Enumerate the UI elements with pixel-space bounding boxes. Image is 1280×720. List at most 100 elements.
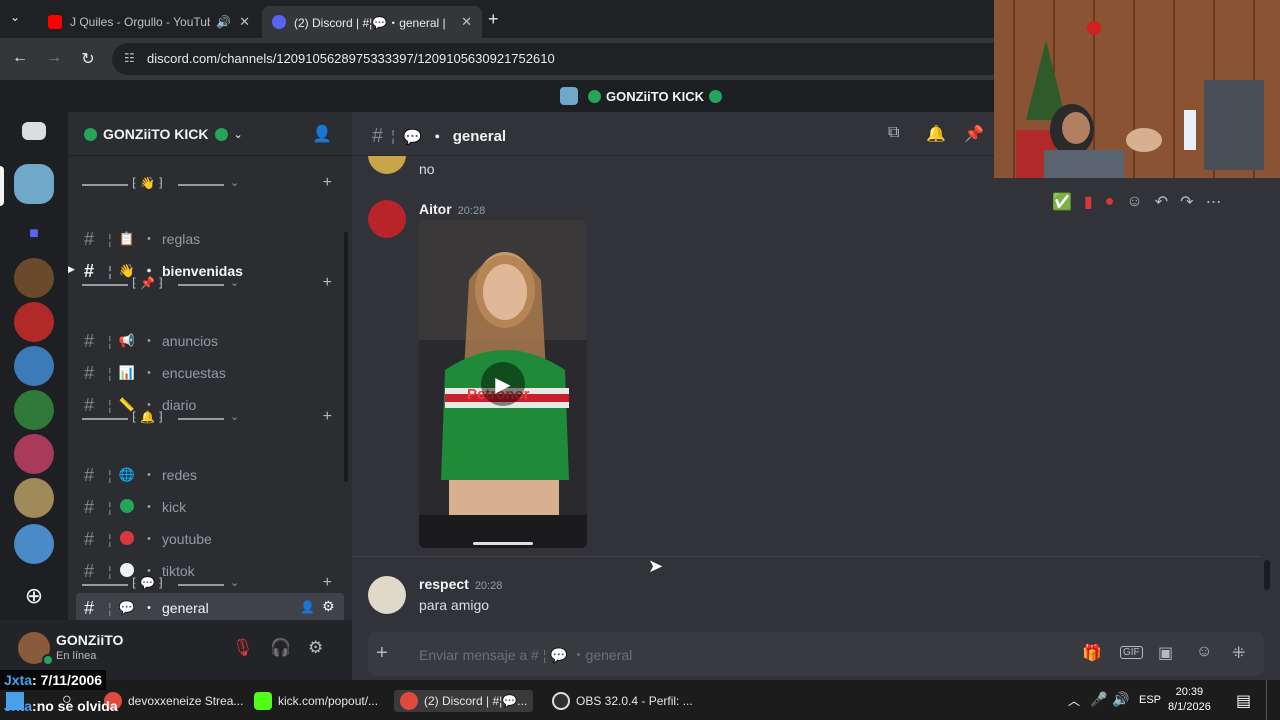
message-text: para amigo xyxy=(419,597,490,613)
chat-scrollbar[interactable] xyxy=(1264,560,1270,590)
avatar[interactable] xyxy=(368,576,406,614)
guild-header[interactable]: GONZiiTO KICK ⌄ 👤 xyxy=(68,112,352,156)
volume-icon[interactable]: 🔊 xyxy=(1112,691,1129,708)
category-header[interactable]: ⁅ 🔔 ⁆ ⌄ + xyxy=(82,408,338,428)
green-circle-icon xyxy=(84,127,97,141)
avatar[interactable] xyxy=(368,156,406,174)
add-channel-icon[interactable]: + xyxy=(323,274,332,292)
gear-icon[interactable]: ⚙ xyxy=(308,638,323,658)
message-author[interactable]: respect 20:28 xyxy=(419,576,502,592)
bell-icon[interactable]: 🔔 xyxy=(926,124,946,144)
server-item[interactable] xyxy=(14,524,54,564)
category-header[interactable]: ⁅ 📌 ⁆ ⌄ + xyxy=(82,274,338,294)
taskbar-item-kick[interactable]: kick.com/popout/... xyxy=(254,690,378,712)
forward-icon[interactable]: ↷ xyxy=(1180,192,1193,212)
server-item[interactable] xyxy=(14,434,54,474)
hash-icon: # xyxy=(372,125,384,147)
gif-icon[interactable]: GIF xyxy=(1120,646,1143,659)
channel-redes[interactable]: # ¦ 🌐 ・ redes xyxy=(76,460,344,490)
taskbar-item-chrome[interactable]: devoxxeneize Strea... xyxy=(104,690,243,712)
category-label: ⁅ 🔔 ⁆ xyxy=(132,410,163,424)
message-author[interactable]: Aitor 20:28 xyxy=(419,201,485,217)
channel-name: redes xyxy=(162,467,198,483)
channel-name: reglas xyxy=(162,231,201,247)
flag-emoji-icon[interactable]: ▮ xyxy=(1084,192,1093,212)
forward-icon[interactable]: → xyxy=(44,49,64,67)
taskbar-label: OBS 32.0.4 - Perfil: ... xyxy=(576,694,693,708)
taskbar-label: devoxxeneize Strea... xyxy=(128,694,244,708)
category-label: ⁅ 💬 ⁆ xyxy=(132,576,163,590)
play-icon[interactable]: ▶ xyxy=(481,362,525,406)
server-icon xyxy=(560,87,578,105)
more-icon[interactable]: ⋯ xyxy=(1206,192,1222,212)
headphones-icon[interactable]: 🎧 xyxy=(270,638,291,658)
tab-youtube[interactable]: J Quiles - Orgullo - YouTube 🔊 ✕ xyxy=(38,6,260,38)
invite-people-icon[interactable]: 👤 xyxy=(312,124,332,144)
channel-emoji: 💬 xyxy=(403,128,422,146)
apps-icon[interactable]: ⁜ xyxy=(1232,643,1245,663)
show-desktop-divider[interactable] xyxy=(1266,680,1267,720)
server-gonziito[interactable] xyxy=(14,164,54,204)
folder-icon[interactable]: ■ xyxy=(14,214,54,254)
server-item[interactable] xyxy=(14,302,54,342)
chat-channel-name: general xyxy=(452,128,507,145)
add-channel-icon[interactable]: + xyxy=(323,408,332,426)
server-item[interactable] xyxy=(14,478,54,518)
gift-icon[interactable]: 🎁 xyxy=(1082,643,1102,663)
taskbar-label: (2) Discord | #¦💬... xyxy=(424,694,528,708)
tab-discord[interactable]: (2) Discord | #¦💬・general | ✕ xyxy=(262,6,482,38)
message-composer[interactable]: + Enviar mensaje a # ¦ 💬 ・general 🎁 GIF … xyxy=(368,632,1264,676)
close-icon[interactable]: ✕ xyxy=(461,14,472,30)
channel-youtube[interactable]: # ¦ ・ youtube xyxy=(76,524,344,554)
reload-icon[interactable]: ↻ xyxy=(78,49,98,69)
category-header[interactable]: ⁅ 👋 ⁆ ⌄ + xyxy=(82,174,338,194)
invite-icon[interactable]: 👤 xyxy=(300,600,315,614)
reply-icon[interactable]: ↶ xyxy=(1155,192,1168,212)
taskbar-clock[interactable]: 20:39 8/1/2026 xyxy=(1168,685,1211,715)
category-header[interactable]: ⁅ 💬 ⁆ ⌄ + xyxy=(82,574,338,594)
threads-icon[interactable]: ⧉ xyxy=(888,124,899,142)
check-emoji-icon[interactable]: ✅ xyxy=(1052,192,1072,212)
server-item[interactable] xyxy=(14,346,54,386)
channel-anuncios[interactable]: # ¦ 📢 ・ anuncios xyxy=(76,326,344,356)
chat-username: Jxta xyxy=(4,698,33,714)
server-item[interactable] xyxy=(14,258,54,298)
add-server-icon[interactable]: ⊕ xyxy=(14,576,54,616)
video-attachment[interactable]: Petronor ▶ xyxy=(419,220,587,548)
channel-reglas[interactable]: # ¦ 📋 ・ reglas xyxy=(76,224,344,254)
sticker-icon[interactable]: ▣ xyxy=(1158,643,1173,663)
chevron-down-icon: ⌄ xyxy=(230,411,240,423)
speaker-icon[interactable]: 🔊 xyxy=(216,15,231,29)
tab-search-chevron-icon[interactable]: ⌄ xyxy=(10,10,20,24)
hash-icon: # xyxy=(84,496,95,517)
emoji-icon[interactable]: ☺ xyxy=(1196,643,1212,661)
add-reaction-icon[interactable]: ☺ xyxy=(1126,193,1142,211)
sidebar-scrollbar[interactable] xyxy=(344,232,348,482)
server-item[interactable] xyxy=(14,390,54,430)
pin-icon[interactable]: 📌 xyxy=(964,124,984,144)
hash-icon: # xyxy=(84,597,95,618)
add-attachment-icon[interactable]: + xyxy=(376,642,388,665)
avatar[interactable] xyxy=(368,200,406,238)
taskbar-item-obs[interactable]: OBS 32.0.4 - Perfil: ... xyxy=(552,690,693,712)
site-info-icon[interactable]: ☷ xyxy=(124,51,135,65)
gear-icon[interactable]: ⚙ xyxy=(322,598,335,615)
red-circle-icon xyxy=(116,530,138,548)
chevron-up-icon[interactable]: ︿ xyxy=(1068,692,1080,709)
add-channel-icon[interactable]: + xyxy=(323,574,332,592)
back-icon[interactable]: ← xyxy=(10,49,30,67)
channel-kick[interactable]: # ¦ ・ kick xyxy=(76,492,344,522)
window-title-text: GONZiiTO KICK xyxy=(606,88,704,104)
channel-encuestas[interactable]: # ¦ 📊 ・ encuestas xyxy=(76,358,344,388)
microphone-icon[interactable]: 🎤 xyxy=(1090,691,1107,708)
notifications-icon[interactable]: ▤ xyxy=(1236,691,1251,711)
channel-general[interactable]: # ¦ 💬 ・ general 👤 ⚙ xyxy=(76,593,344,623)
close-icon[interactable]: ✕ xyxy=(239,14,250,30)
discord-home-icon[interactable] xyxy=(22,122,46,140)
add-channel-icon[interactable]: + xyxy=(323,174,332,192)
new-tab-icon[interactable]: + xyxy=(488,9,499,30)
taskbar-item-discord[interactable]: (2) Discord | #¦💬... xyxy=(394,690,534,712)
language-indicator[interactable]: ESP xyxy=(1139,694,1161,706)
mute-mic-icon[interactable]: 🎙 xyxy=(232,638,254,658)
reaction-emoji-icon[interactable]: ● xyxy=(1105,193,1115,211)
